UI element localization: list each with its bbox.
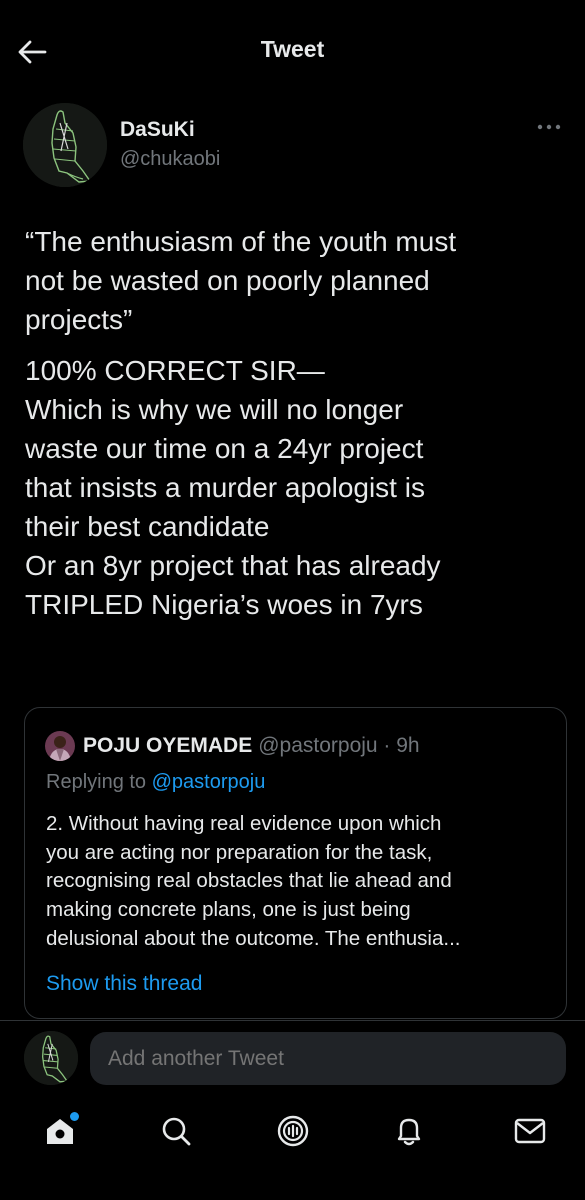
messages-icon [514, 1118, 546, 1144]
author-avatar-image [23, 103, 107, 187]
tweet-text: “The enthusiasm of the youth must not be… [25, 222, 565, 624]
replying-to: Replying to @pastorpoju [46, 771, 265, 794]
tweet-line: that insists a murder apologist is [25, 472, 425, 503]
quoted-avatar [45, 731, 75, 761]
quoted-line: recognising real obstacles that lie ahea… [46, 869, 452, 893]
nav-home[interactable] [35, 1106, 85, 1156]
page-title: Tweet [260, 36, 325, 62]
quoted-tweet-header: POJU OYEMADE @pastorpoju · 9h [45, 731, 420, 761]
quoted-line: delusional about the outcome. The enthus… [46, 926, 461, 950]
search-icon [162, 1117, 191, 1146]
top-bar: Tweet [0, 0, 585, 100]
tweet-line: projects” [25, 304, 133, 335]
nav-search[interactable] [151, 1106, 201, 1156]
tweet-line: 100% CORRECT SIR— [25, 355, 325, 386]
quoted-line: you are acting nor preparation for the t… [46, 840, 433, 864]
author-name[interactable]: DaSuKi [120, 118, 195, 142]
quoted-line: making concrete plans, one is just being [46, 898, 411, 922]
tweet-line: Or an 8yr project that has already [25, 550, 441, 581]
compose-avatar-image [24, 1031, 78, 1085]
divider [0, 1020, 585, 1021]
nav-notifications[interactable] [384, 1106, 434, 1156]
nav-messages[interactable] [505, 1106, 555, 1156]
avatar[interactable] [23, 103, 107, 187]
tweet-author: DaSuKi @chukaobi [23, 103, 563, 189]
nav-spaces[interactable] [268, 1106, 318, 1156]
quoted-tweet-text: 2. Without having real evidence upon whi… [46, 810, 551, 954]
more-dots-icon [537, 124, 561, 130]
add-tweet-input[interactable] [90, 1032, 566, 1085]
home-notification-dot [70, 1112, 79, 1121]
tweet-line: Which is why we will no longer [25, 394, 404, 425]
quoted-author-handle: @pastorpoju · 9h [258, 734, 420, 757]
tweet-line: TRIPLED Nigeria’s woes in 7yrs [25, 589, 423, 620]
quoted-avatar-image [45, 731, 75, 761]
quoted-author-name: POJU OYEMADE [83, 734, 253, 757]
quoted-line: 2. Without having real evidence upon whi… [46, 812, 442, 835]
replying-to-mention[interactable]: @pastorpoju [152, 771, 266, 793]
more-options-button[interactable] [535, 117, 563, 137]
replying-to-label: Replying to [46, 771, 152, 793]
compose-avatar [24, 1031, 78, 1085]
tweet-line: waste our time on a 24yr project [25, 433, 424, 464]
show-thread-link[interactable]: Show this thread [46, 972, 202, 996]
quoted-tweet[interactable]: POJU OYEMADE @pastorpoju · 9h Replying t… [24, 707, 567, 1019]
bottom-nav [0, 1096, 585, 1200]
author-handle[interactable]: @chukaobi [120, 148, 220, 171]
tweet-line: not be wasted on poorly planned [25, 265, 430, 296]
tweet-line: “The enthusiasm of the youth must [25, 226, 457, 257]
notifications-icon [397, 1118, 421, 1146]
spaces-icon [277, 1115, 309, 1147]
tweet-line: their best candidate [25, 511, 270, 542]
